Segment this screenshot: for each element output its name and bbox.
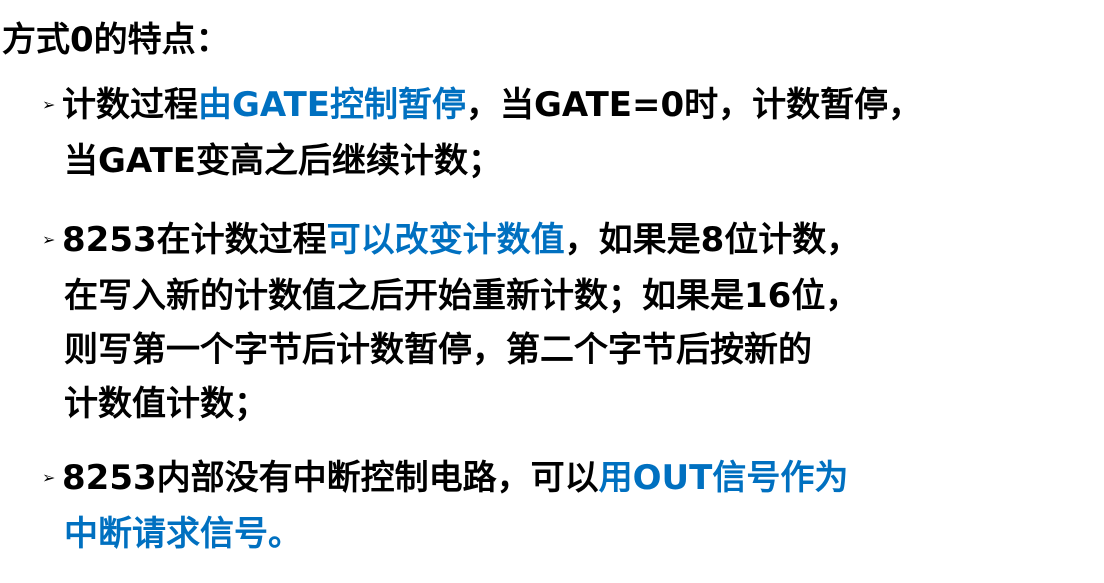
text-run: 计数过程: [62, 85, 198, 125]
bullet-item-2: ➢ 8253在计数过程可以改变计数值，如果是8位计数， 在写入新的计数值之后开始重…: [42, 213, 1100, 431]
bullet-line: 在写入新的计数值之后开始重新计数；如果是16位，: [42, 269, 1100, 323]
highlight-text-run: 由GATE控制暂停: [198, 85, 466, 125]
highlight-text-run: 可以改变计数值: [326, 220, 565, 260]
bullet-line: 当GATE变高之后继续计数；: [42, 134, 1100, 188]
bullet-marker-icon: ➢: [42, 229, 56, 249]
bullet-marker-icon: ➢: [42, 467, 56, 487]
bullet-item-3: ➢ 8253内部没有中断控制电路，可以用OUT信号作为 中断请求信号。: [42, 451, 1100, 561]
text-run: 则写第一个字节后计数暂停，第二个字节后按新的: [64, 329, 812, 370]
bullet-line: 则写第一个字节后计数暂停，第二个字节后按新的: [42, 323, 1100, 377]
bullet-line: ➢ 计数过程由GATE控制暂停，当GATE=0时，计数暂停，: [42, 78, 1100, 134]
slide-heading: 方式0的特点：: [2, 20, 230, 60]
bullet-line: ➢ 8253在计数过程可以改变计数值，如果是8位计数，: [42, 213, 1100, 269]
text-run: 在写入新的计数值之后开始重新计数；如果是16位，: [64, 275, 860, 316]
highlight-text-run: 中断请求信号。: [64, 513, 302, 554]
highlight-text-run: 用OUT信号作为: [598, 458, 849, 498]
bullet-line: ➢ 8253内部没有中断控制电路，可以用OUT信号作为: [42, 451, 1100, 507]
text-run: ，当GATE=0时，计数暂停，: [466, 85, 923, 125]
slide: 方式0的特点： ➢ 计数过程由GATE控制暂停，当GATE=0时，计数暂停， 当G…: [0, 0, 1104, 583]
bullet-marker-icon: ➢: [42, 94, 56, 114]
text-run: ，如果是8位计数，: [564, 220, 861, 260]
text-run: 8253内部没有中断控制电路，可以: [62, 458, 599, 498]
text-run: 计数值计数；: [64, 383, 268, 424]
bullet-item-1: ➢ 计数过程由GATE控制暂停，当GATE=0时，计数暂停， 当GATE变高之后继…: [42, 78, 1100, 188]
bullet-line: 计数值计数；: [42, 377, 1100, 431]
text-run: 8253在计数过程: [62, 220, 327, 260]
bullet-line: 中断请求信号。: [42, 507, 1100, 561]
text-run: 当GATE变高之后继续计数；: [64, 140, 502, 181]
